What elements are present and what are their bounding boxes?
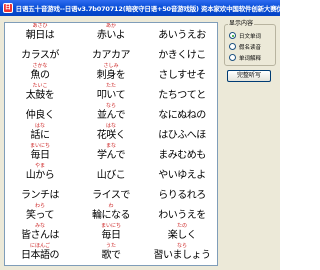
word-text: かきくけこ <box>158 50 206 61</box>
word-cell: はな 花咲く <box>76 124 146 145</box>
word-text: 魚の <box>30 70 51 81</box>
word-text: 習いましょう <box>153 250 212 261</box>
display-options-group: 显示内容 日文单词 假名读音 单词解释 <box>224 20 276 66</box>
word-cell: 仲良く <box>5 104 75 125</box>
lyrics-panel: あさひ 朝日は あか 赤いよ あいうえおカラスが カアカア かきくけこさかな 魚の さしみ 刺身を… <box>4 22 218 266</box>
word-cell: やいゆえよ <box>147 164 217 185</box>
word-cell: さしみ 刺身を <box>76 64 146 85</box>
word-cell: なにぬねの <box>147 104 217 125</box>
word-cell: たいこ 太鼓を <box>5 84 75 105</box>
word-cell: なら 並んで <box>76 104 146 125</box>
window-title: 日语五十音游戏--日语v3.7b070712(暗夜守日语+50音游戏版) 资本家… <box>15 5 280 13</box>
word-text: わいうえを <box>158 210 206 221</box>
word-cell: にほんご 日本語の <box>5 244 75 265</box>
word-cell: うた 歌で <box>76 244 146 265</box>
word-cell: たの 楽しく <box>147 224 217 245</box>
word-text: 赤いよ <box>96 30 126 41</box>
word-text: あいうえお <box>158 30 206 41</box>
word-cell: らりるれろ <box>147 184 217 205</box>
word-cell: あいうえお <box>147 24 217 45</box>
word-cell: あさひ 朝日は <box>5 24 75 45</box>
word-cell: なら 習いましょう <box>147 244 217 265</box>
radio-button[interactable] <box>229 32 236 39</box>
app-window: 日 日语五十音游戏--日语v3.7b070712(暗夜守日语+50音游戏版) 资… <box>0 0 280 270</box>
word-text: 笑って <box>26 210 55 221</box>
word-cell: やま 山から <box>5 164 75 185</box>
word-text: 仲良く <box>25 110 55 121</box>
word-text: 話に <box>30 130 51 141</box>
word-cell: 山びこ <box>76 164 146 185</box>
word-cell: さしすせそ <box>147 64 217 85</box>
word-cell: まな 学んで <box>76 144 146 165</box>
word-text: 輪になる <box>92 210 131 221</box>
word-text: 朝日は <box>25 30 55 41</box>
word-cell: カアカア <box>76 44 146 65</box>
word-cell: まみむめも <box>147 144 217 165</box>
word-text: 山びこ <box>96 170 126 181</box>
radio-label: 假名读音 <box>239 44 262 51</box>
word-cell: たた 叩いて <box>76 84 146 105</box>
word-cell: はひふへほ <box>147 124 217 145</box>
radio-label: 日文单词 <box>239 33 262 40</box>
radio-kana-reading[interactable]: 假名读音 <box>229 42 261 51</box>
word-text: 楽しく <box>167 230 197 241</box>
word-text: ランチは <box>21 190 60 201</box>
word-text: 毎日 <box>101 230 122 241</box>
word-cell: さかな 魚の <box>5 64 75 85</box>
word-cell: まいにち 毎日 <box>76 224 146 245</box>
word-cell: わ輪になる <box>76 204 146 225</box>
word-text: さしすせそ <box>158 70 206 81</box>
word-text: 歌で <box>101 250 122 261</box>
word-text: まみむめも <box>158 150 206 161</box>
word-cell: まいにち 毎日 <box>5 144 75 165</box>
word-text: 毎日 <box>30 150 51 161</box>
display-options-title: 显示内容 <box>228 20 255 28</box>
word-text: 花咲く <box>96 130 126 141</box>
word-cell: カラスが <box>5 44 75 65</box>
word-cell: たちつてと <box>147 84 217 105</box>
word-text: はひふへほ <box>158 130 206 141</box>
word-text: カラスが <box>21 50 59 61</box>
word-text: ライスで <box>92 190 130 201</box>
word-text: なにぬねの <box>158 110 206 121</box>
word-text: らりるれろ <box>158 190 206 201</box>
app-icon: 日 <box>3 3 13 13</box>
word-text: やいゆえよ <box>158 170 206 181</box>
radio-word-explanation[interactable]: 单词解释 <box>229 53 261 62</box>
title-bar[interactable]: 日 日语五十音游戏--日语v3.7b070712(暗夜守日语+50音游戏版) 资… <box>0 0 280 16</box>
radio-button[interactable] <box>229 54 236 61</box>
radio-label: 单词解释 <box>239 55 262 62</box>
word-text: 皆さんは <box>21 230 60 241</box>
word-text: 刺身を <box>96 70 126 81</box>
word-text: 学んで <box>97 150 126 161</box>
word-cell: みな 皆さんは <box>5 224 75 245</box>
radio-japanese-words[interactable]: 日文单词 <box>229 31 261 40</box>
word-cell: わら 笑って <box>5 204 75 225</box>
radio-button[interactable] <box>229 43 236 50</box>
full-dictation-button[interactable]: 完整听写 <box>227 70 271 82</box>
word-cell: ランチは <box>5 184 75 205</box>
word-cell: はな 話に <box>5 124 75 145</box>
word-text: たちつてと <box>158 90 206 101</box>
word-cell: あか 赤いよ <box>76 24 146 45</box>
word-cell: ライスで <box>76 184 146 205</box>
word-text: 叩いて <box>96 90 126 101</box>
word-cell: わいうえを <box>147 204 217 225</box>
word-text: カアカア <box>92 50 131 61</box>
word-text: 日本語の <box>21 250 60 261</box>
word-text: 並んで <box>97 110 126 121</box>
word-text: 山から <box>25 170 55 181</box>
word-cell: かきくけこ <box>147 44 217 65</box>
word-text: 太鼓を <box>25 90 55 101</box>
